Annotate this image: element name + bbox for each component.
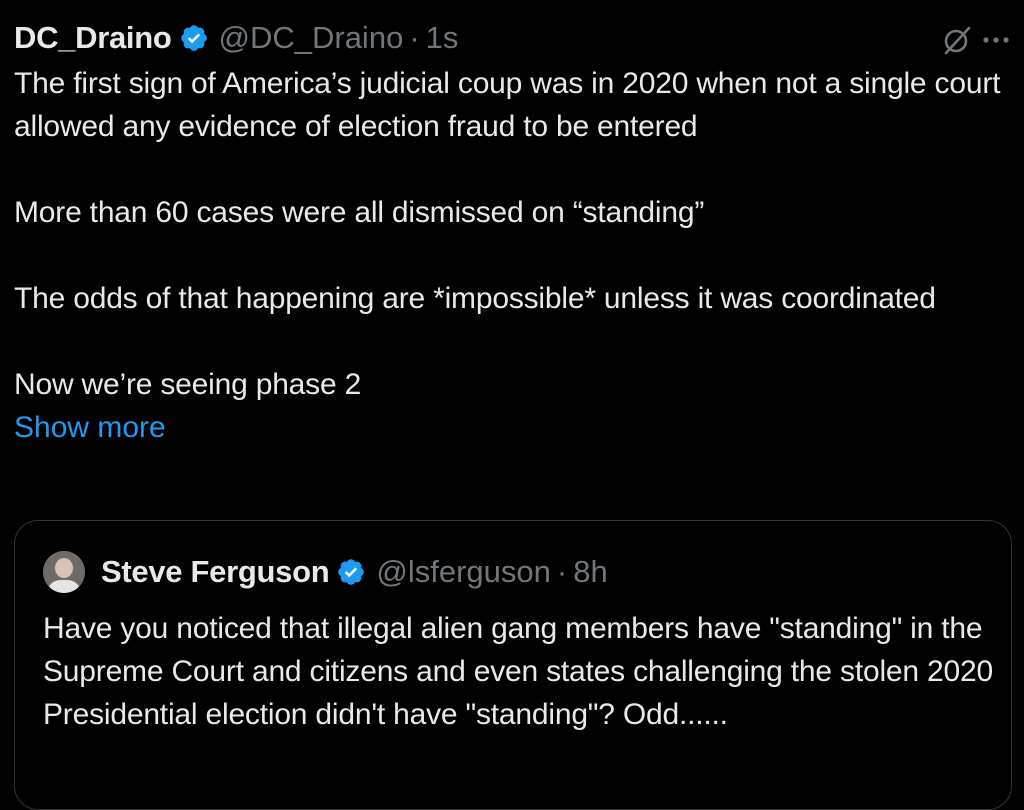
tweet[interactable]: DC_Draino @DC_Draino · 1s The first sign…	[14, 16, 1014, 449]
author-name[interactable]: DC_Draino	[14, 16, 172, 60]
tweet-body-text: The first sign of America’s judicial cou…	[14, 67, 1001, 401]
tweet-header: DC_Draino @DC_Draino · 1s	[14, 16, 1014, 60]
avatar-image	[43, 551, 85, 593]
quoted-tweet-header: Steve Ferguson @lsferguson · 8h	[43, 549, 608, 595]
quoted-author-name[interactable]: Steve Ferguson	[101, 554, 330, 590]
quoted-timestamp[interactable]: 8h	[573, 554, 607, 590]
separator-dot: ·	[409, 20, 420, 55]
tweet-actions-top	[940, 18, 1014, 62]
avatar[interactable]	[43, 551, 85, 593]
more-icon[interactable]	[978, 22, 1014, 58]
verified-badge-icon	[338, 559, 365, 585]
verified-badge-icon	[180, 25, 207, 51]
grok-icon[interactable]	[940, 23, 974, 57]
quoted-tweet[interactable]: Steve Ferguson @lsferguson · 8h Have you…	[14, 520, 1012, 810]
timestamp[interactable]: 1s	[426, 16, 459, 60]
show-more-link[interactable]: Show more	[14, 406, 1014, 449]
quoted-author-handle[interactable]: @lsferguson	[376, 554, 551, 590]
quoted-tweet-body-text: Have you noticed that illegal alien gang…	[43, 612, 993, 731]
separator-dot: ·	[556, 554, 568, 589]
author-handle[interactable]: @DC_Draino	[219, 16, 404, 60]
